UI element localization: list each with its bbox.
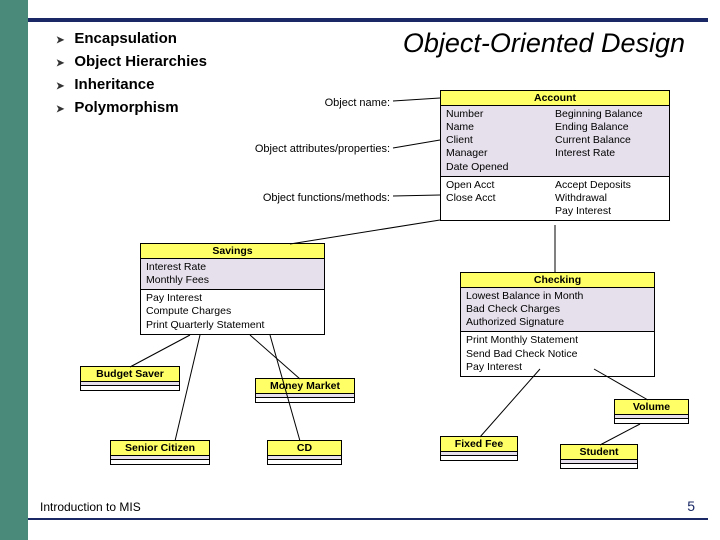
class-senior-citizen-name: Senior Citizen bbox=[111, 441, 209, 456]
class-fixed-fee-name: Fixed Fee bbox=[441, 437, 517, 452]
class-savings-attrs: Interest Rate Monthly Fees bbox=[141, 259, 324, 290]
class-fixed-fee-methods bbox=[441, 456, 517, 460]
class-money-market-methods bbox=[256, 398, 354, 402]
label-object-methods: Object functions/methods: bbox=[230, 192, 390, 204]
class-account: Account Number Name Client Manager Date … bbox=[440, 90, 670, 221]
bullet-polymorphism: Polymorphism bbox=[56, 99, 207, 116]
class-checking: Checking Lowest Balance in Month Bad Che… bbox=[460, 272, 655, 377]
class-cd-name: CD bbox=[268, 441, 341, 456]
class-account-methods: Open Acct Close Acct Accept Deposits Wit… bbox=[441, 177, 669, 220]
footer-left: Introduction to MIS bbox=[40, 500, 141, 514]
class-account-attrs: Number Name Client Manager Date Opened B… bbox=[441, 106, 669, 177]
page-title: Object-Oriented Design bbox=[403, 28, 685, 59]
class-savings-name: Savings bbox=[141, 244, 324, 259]
class-budget-saver-name: Budget Saver bbox=[81, 367, 179, 382]
class-savings: Savings Interest Rate Monthly Fees Pay I… bbox=[140, 243, 325, 335]
left-decor-stripe bbox=[0, 0, 28, 540]
class-budget-saver: Budget Saver bbox=[80, 366, 180, 391]
class-account-name: Account bbox=[441, 91, 669, 106]
class-checking-methods: Print Monthly Statement Send Bad Check N… bbox=[461, 332, 654, 375]
class-budget-saver-methods bbox=[81, 386, 179, 390]
class-student: Student bbox=[560, 444, 638, 469]
account-attrs-right: Beginning Balance Ending Balance Current… bbox=[555, 108, 664, 174]
class-cd: CD bbox=[267, 440, 342, 465]
account-methods-right: Accept Deposits Withdrawal Pay Interest bbox=[555, 179, 664, 218]
class-student-methods bbox=[561, 464, 637, 468]
bullet-encapsulation: Encapsulation bbox=[56, 30, 207, 47]
class-senior-citizen: Senior Citizen bbox=[110, 440, 210, 465]
class-volume-methods bbox=[615, 419, 688, 423]
class-fixed-fee: Fixed Fee bbox=[440, 436, 518, 461]
concepts-list: Encapsulation Object Hierarchies Inherit… bbox=[56, 30, 207, 122]
class-volume: Volume bbox=[614, 399, 689, 424]
account-methods-left: Open Acct Close Acct bbox=[446, 179, 555, 218]
footer-page-number: 5 bbox=[687, 498, 695, 514]
bottom-rule bbox=[28, 518, 708, 520]
account-attrs-left: Number Name Client Manager Date Opened bbox=[446, 108, 555, 174]
bullet-inheritance: Inheritance bbox=[56, 76, 207, 93]
class-checking-name: Checking bbox=[461, 273, 654, 288]
class-money-market-name: Money Market bbox=[256, 379, 354, 394]
top-rule bbox=[28, 18, 708, 22]
class-student-name: Student bbox=[561, 445, 637, 460]
class-senior-citizen-methods bbox=[111, 460, 209, 464]
bullet-hierarchies: Object Hierarchies bbox=[56, 53, 207, 70]
label-object-name: Object name: bbox=[260, 97, 390, 109]
class-volume-name: Volume bbox=[615, 400, 688, 415]
class-savings-methods: Pay Interest Compute Charges Print Quart… bbox=[141, 290, 324, 333]
class-cd-methods bbox=[268, 460, 341, 464]
label-object-attrs: Object attributes/properties: bbox=[220, 143, 390, 155]
class-checking-attrs: Lowest Balance in Month Bad Check Charge… bbox=[461, 288, 654, 332]
class-money-market: Money Market bbox=[255, 378, 355, 403]
